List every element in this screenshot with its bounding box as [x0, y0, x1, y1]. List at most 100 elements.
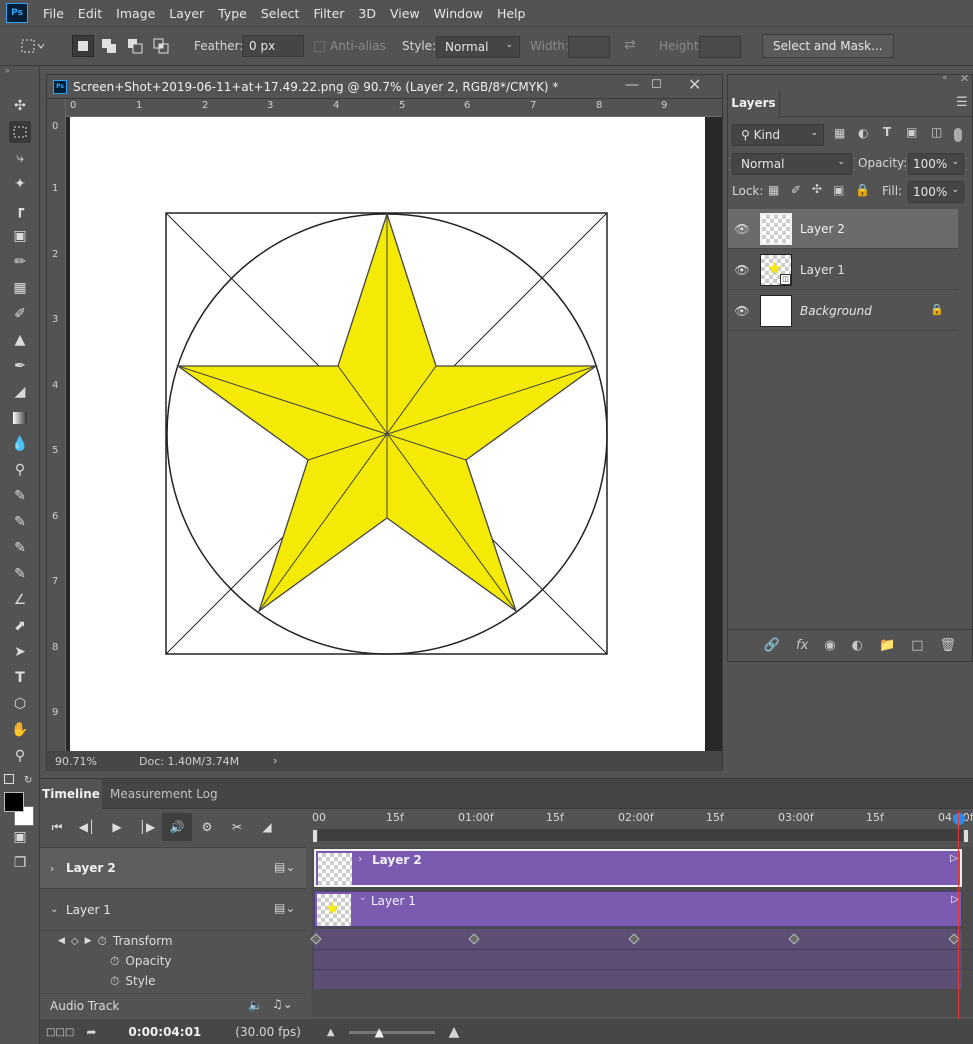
- dodge-tool-icon[interactable]: ⚲: [9, 459, 31, 481]
- add-keyframe-icon[interactable]: ◇: [71, 936, 79, 947]
- eyedropper-tool-icon[interactable]: ✏: [9, 251, 31, 273]
- fill-input[interactable]: 100% ⌄: [908, 181, 964, 203]
- layer-style-fx-icon[interactable]: fx: [796, 638, 808, 653]
- clip-chevron-icon[interactable]: ›: [358, 852, 362, 865]
- blur-tool-icon[interactable]: 💧: [9, 433, 31, 455]
- split-clip-scissors-icon[interactable]: ✂: [222, 813, 252, 841]
- stopwatch-icon[interactable]: ⏱: [98, 934, 107, 949]
- next-frame-icon[interactable]: │▶: [132, 813, 162, 841]
- layer-row-layer-1[interactable]: 👁 ★ ◫ Layer 1: [728, 250, 958, 290]
- zoom-level[interactable]: 90.71%: [55, 755, 135, 768]
- lock-artboard-icon[interactable]: ▣: [833, 183, 844, 197]
- audio-track-row[interactable]: Audio Track 🔈 ♫⌄: [40, 993, 306, 1017]
- history-brush-tool-icon[interactable]: ✒: [9, 355, 31, 377]
- play-icon[interactable]: ▶: [102, 813, 132, 841]
- canvas[interactable]: [70, 117, 705, 751]
- screen-mode-icon[interactable]: ❐: [9, 852, 31, 874]
- timeline-ruler[interactable]: 00 15f 01:00f 15f 02:00f 15f 03:00f 15f …: [312, 809, 973, 845]
- move-tool-icon[interactable]: ✣: [9, 95, 31, 117]
- next-keyframe-icon[interactable]: ▶: [85, 936, 92, 946]
- lock-position-icon[interactable]: ✣: [812, 182, 822, 196]
- tab-layers[interactable]: Layers: [728, 89, 780, 117]
- new-selection-button[interactable]: [72, 35, 94, 57]
- clip-layer-1[interactable]: ★ ⌄ Layer 1 ▷: [314, 891, 962, 927]
- property-transform[interactable]: ◀ ◇ ▶ ⏱ Transform: [40, 931, 306, 951]
- property-style[interactable]: ⏱ Style: [40, 971, 306, 991]
- menu-type[interactable]: Type: [212, 6, 255, 21]
- menu-help[interactable]: Help: [491, 6, 534, 21]
- zoom-slider[interactable]: ▲: [348, 1025, 435, 1039]
- brush-tool-icon[interactable]: ✐: [9, 303, 31, 325]
- visibility-eye-icon[interactable]: 👁: [728, 222, 756, 236]
- vertical-ruler[interactable]: 0 1 2 3 4 5 6 7 8 9: [47, 99, 66, 751]
- menu-layer[interactable]: Layer: [163, 6, 212, 21]
- direct-selection-tool-icon[interactable]: ➤: [9, 641, 31, 663]
- close-icon[interactable]: ✕: [688, 75, 701, 94]
- collapse-panel-icon[interactable]: «: [942, 73, 948, 83]
- layer-row-background[interactable]: 👁 Background 🔒: [728, 291, 958, 331]
- work-area-bar[interactable]: [312, 829, 968, 841]
- swap-colors-icon[interactable]: ↻: [24, 775, 32, 786]
- property-opacity[interactable]: ⏱ Opacity: [40, 951, 306, 971]
- menu-filter[interactable]: Filter: [307, 6, 352, 21]
- zoom-tool-icon[interactable]: ⚲: [9, 745, 31, 767]
- film-strip-icon[interactable]: ▤⌄: [274, 901, 295, 915]
- blend-mode-dropdown[interactable]: Normal ⌄: [732, 153, 852, 175]
- antialias-checkbox[interactable]: [314, 41, 325, 52]
- visibility-eye-icon[interactable]: 👁: [728, 263, 756, 277]
- layer-name[interactable]: Background: [800, 304, 872, 318]
- zoom-slider-thumb[interactable]: ▲: [375, 1025, 384, 1039]
- path-selection-tool-icon[interactable]: ⬈: [9, 615, 31, 637]
- visibility-eye-icon[interactable]: 👁: [728, 304, 756, 318]
- previous-frame-icon[interactable]: ◀│: [72, 813, 102, 841]
- opacity-input[interactable]: 100% ⌄: [908, 153, 964, 175]
- add-mask-icon[interactable]: ◉: [824, 638, 835, 653]
- document-title-bar[interactable]: Ps Screen+Shot+2019-06-11+at+17.49.22.pn…: [47, 75, 722, 99]
- menu-view[interactable]: View: [384, 6, 428, 21]
- music-note-icon[interactable]: ♫⌄: [272, 997, 293, 1011]
- clone-stamp-tool-icon[interactable]: ▲: [9, 329, 31, 351]
- zoom-out-icon[interactable]: ▲: [327, 1027, 335, 1038]
- frame-animation-icon[interactable]: □□□: [46, 1027, 74, 1038]
- delete-layer-icon[interactable]: 🗑: [939, 638, 956, 653]
- audio-toggle-icon[interactable]: 🔊: [162, 813, 192, 841]
- menu-file[interactable]: File: [37, 6, 72, 21]
- default-colors-icon[interactable]: [4, 774, 14, 784]
- clip-chevron-icon[interactable]: ⌄: [359, 893, 367, 903]
- transition-icon[interactable]: ◢: [252, 813, 282, 841]
- go-to-first-frame-icon[interactable]: ⏮: [42, 813, 72, 841]
- feather-input[interactable]: 0 px: [242, 35, 304, 57]
- menu-select[interactable]: Select: [255, 6, 308, 21]
- gradient-tool-icon[interactable]: [9, 407, 31, 429]
- marquee-preset-button[interactable]: [18, 35, 48, 57]
- foreground-color-swatch[interactable]: [4, 792, 24, 812]
- filter-pixel-icon[interactable]: ▦: [834, 126, 845, 140]
- work-area-end-handle[interactable]: [963, 829, 969, 843]
- work-area-start-handle[interactable]: [312, 829, 318, 843]
- eraser-tool-icon[interactable]: ◢: [9, 381, 31, 403]
- menu-edit[interactable]: Edit: [72, 6, 110, 21]
- lock-image-icon[interactable]: ✐: [791, 183, 801, 197]
- filter-type-icon[interactable]: T: [883, 125, 891, 139]
- tab-measurement-log[interactable]: Measurement Log: [110, 779, 218, 809]
- settings-gear-icon[interactable]: ⚙: [192, 813, 222, 841]
- menu-window[interactable]: Window: [428, 6, 491, 21]
- curvature-pen-tool-icon[interactable]: ✎: [9, 537, 31, 559]
- stopwatch-icon[interactable]: ⏱: [110, 974, 119, 989]
- mute-audio-icon[interactable]: 🔈: [248, 998, 263, 1012]
- filter-smart-object-icon[interactable]: ◫: [931, 125, 942, 139]
- new-group-icon[interactable]: 📁: [879, 638, 895, 653]
- tab-timeline[interactable]: Timeline: [40, 779, 102, 809]
- close-panel-icon[interactable]: ✕: [960, 72, 969, 85]
- current-time[interactable]: 0:00:04:01: [128, 1025, 201, 1039]
- status-menu-icon[interactable]: ›: [273, 754, 277, 767]
- menu-image[interactable]: Image: [110, 6, 163, 21]
- expand-chevron-icon[interactable]: ›: [50, 862, 66, 875]
- healing-brush-tool-icon[interactable]: ▦: [9, 277, 31, 299]
- layer-name[interactable]: Layer 1: [800, 263, 845, 277]
- panel-menu-icon[interactable]: ☰: [956, 95, 968, 110]
- freeform-pen-tool-icon[interactable]: ✎: [9, 511, 31, 533]
- subtract-selection-button[interactable]: [124, 35, 146, 57]
- layer-name[interactable]: Layer 2: [800, 222, 845, 236]
- select-and-mask-button[interactable]: Select and Mask...: [762, 34, 894, 58]
